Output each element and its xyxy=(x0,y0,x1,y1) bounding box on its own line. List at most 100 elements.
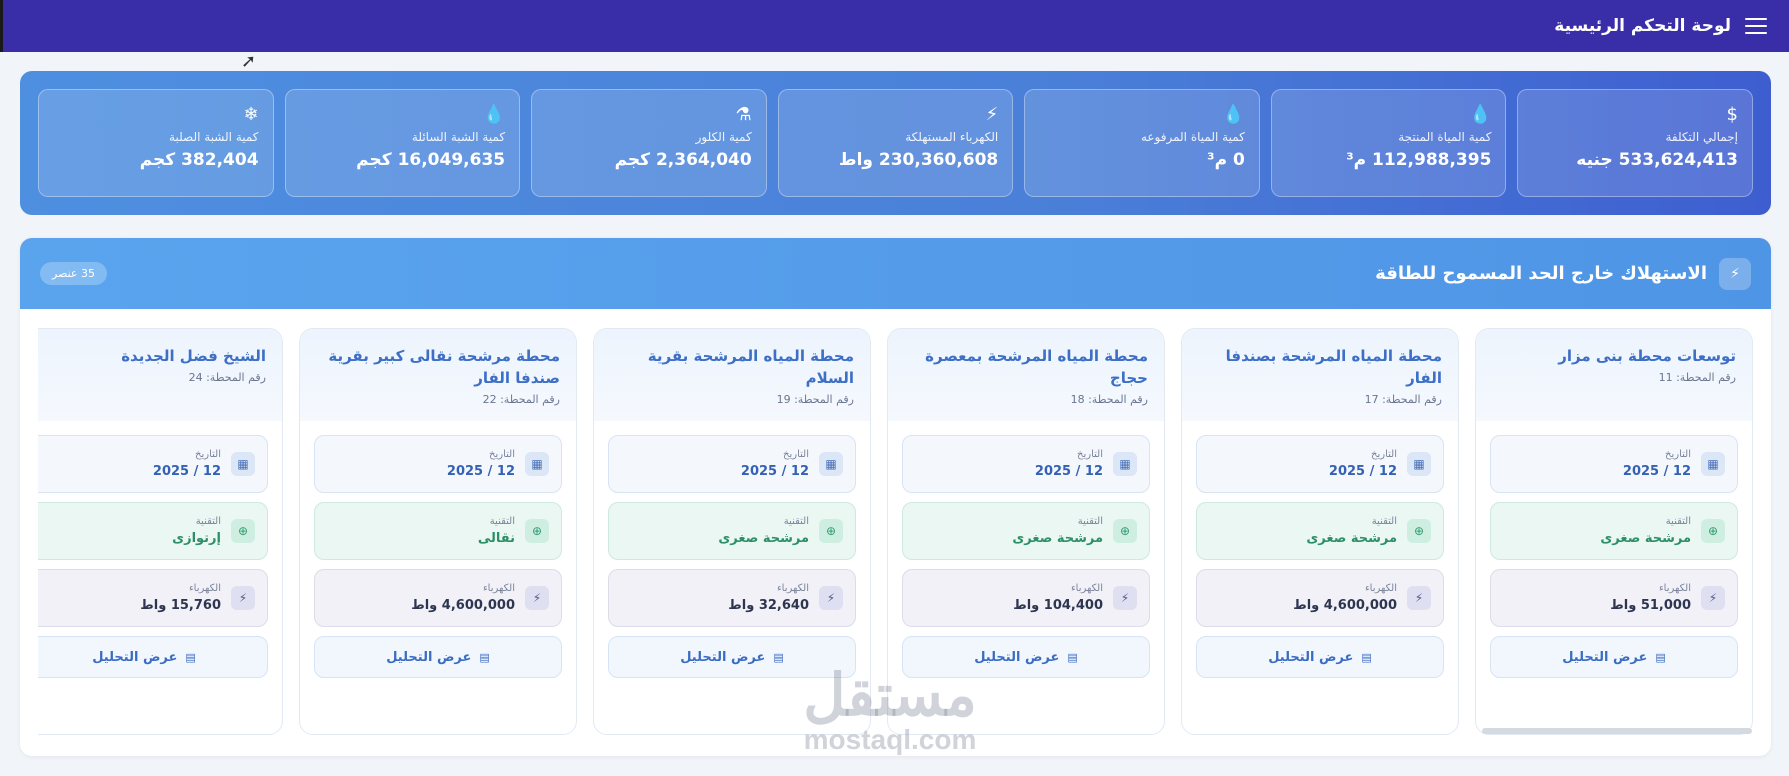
date-field: ▦ التاريخ 12 / 2025 xyxy=(902,435,1150,493)
field-label: التقنية xyxy=(489,516,515,527)
tech-value: نقالى xyxy=(477,531,515,546)
calendar-icon: ▦ xyxy=(1407,452,1431,476)
electricity-field: ⚡ الكهرباء 4,600,000 واط xyxy=(314,569,562,627)
tech-field: ⊕ التقنية مرشحة صغرى xyxy=(1196,502,1444,560)
electricity-field: ⚡ الكهرباء 4,600,000 واط xyxy=(1196,569,1444,627)
field-label: التقنية xyxy=(1371,516,1397,527)
tech-field: ⊕ التقنية مرشحة صغرى xyxy=(1490,502,1738,560)
top-bar: لوحة التحكم الرئيسية xyxy=(0,0,1789,52)
tech-field: ⊕ التقنية مرشحة صغرى xyxy=(902,502,1150,560)
tech-value: مرشحة صغرى xyxy=(1600,531,1691,546)
view-analysis-button[interactable]: ▤ عرض التحليل xyxy=(38,636,268,678)
section-title: الاستهلاك خارج الحد المسموح للطاقة xyxy=(1375,263,1707,284)
stat-card: ⚡ الكهرباء المستهلكة 230,360,608 واط xyxy=(777,89,1014,197)
field-label: الكهرباء xyxy=(776,583,809,594)
stat-value: 16,049,635 كجم xyxy=(356,150,506,170)
station-number: رقم المحطة: 24 xyxy=(188,371,266,384)
stat-card: ❄ كمية الشبة الصلبة 382,404 كجم xyxy=(37,89,274,197)
station-card: محطة المياه المرشحة بصندفا الفار رقم المح… xyxy=(1181,328,1459,735)
field-label: الكهرباء xyxy=(1658,583,1691,594)
station-card-header: محطة المياه المرشحة بمعصرة حجاج رقم المحط… xyxy=(888,329,1164,421)
stat-value: 2,364,040 كجم xyxy=(614,150,752,170)
flask-icon: ⚗ xyxy=(735,104,752,125)
electricity-value: 4,600,000 واط xyxy=(1293,598,1397,613)
stat-value: 533,624,413 جنيه xyxy=(1576,150,1738,170)
station-number: رقم المحطة: 11 xyxy=(1658,371,1736,384)
stat-value: 0 م³ xyxy=(1207,150,1245,170)
tech-icon: ⊕ xyxy=(1407,519,1431,543)
section-header: ⚡ الاستهلاك خارج الحد المسموح للطاقة 35 … xyxy=(20,238,1771,309)
field-label: التقنية xyxy=(1665,516,1691,527)
date-value: 12 / 2025 xyxy=(1034,464,1103,479)
view-analysis-label: عرض التحليل xyxy=(974,649,1060,665)
view-analysis-button[interactable]: ▤ عرض التحليل xyxy=(1196,636,1444,678)
chart-icon: ▤ xyxy=(185,650,196,664)
station-card-header: محطة المياه المرشحة بصندفا الفار رقم المح… xyxy=(1182,329,1458,421)
station-card: محطة مرشحة نقالى كبير بقرية صندفا الفار ر… xyxy=(299,328,577,735)
stat-label: كمية الشبة السائلة xyxy=(411,130,506,144)
station-card: توسعات محطة بنى مزار رقم المحطة: 11 ▦ التار… xyxy=(1475,328,1753,735)
field-label: التاريخ xyxy=(489,449,515,460)
field-label: التاريخ xyxy=(1665,449,1691,460)
date-field: ▦ التاريخ 12 / 2025 xyxy=(1196,435,1444,493)
tech-field: ⊕ التقنية إرتوازى xyxy=(38,502,268,560)
calendar-icon: ▦ xyxy=(231,452,255,476)
station-number: رقم المحطة: 17 xyxy=(1364,393,1442,406)
tech-field: ⊕ التقنية مرشحة صغرى xyxy=(608,502,856,560)
tech-icon: ⊕ xyxy=(231,519,255,543)
stat-card: $ إجمالي التكلفة 533,624,413 جنيه xyxy=(1517,89,1753,197)
station-name: محطة مرشحة نقالى كبير بقرية صندفا الفار xyxy=(328,347,560,387)
date-field: ▦ التاريخ 12 / 2025 xyxy=(38,435,268,493)
field-label: التقنية xyxy=(783,516,809,527)
stat-label: كمية المياة المرفوعه xyxy=(1140,130,1245,144)
chart-icon: ▤ xyxy=(1655,650,1666,664)
plug-icon: ⚡ xyxy=(1407,586,1431,610)
plug-icon: ⚡ xyxy=(985,104,999,125)
horizontal-scrollbar[interactable] xyxy=(1482,728,1752,734)
station-card-header: محطة مرشحة نقالى كبير بقرية صندفا الفار ر… xyxy=(300,329,576,421)
electricity-field: ⚡ الكهرباء 32,640 واط xyxy=(608,569,856,627)
stats-panel: $ إجمالي التكلفة 533,624,413 جنيه 💧 كمية الم… xyxy=(20,71,1771,215)
field-label: التاريخ xyxy=(195,449,221,460)
tech-value: مرشحة صغرى xyxy=(1012,531,1103,546)
station-card-header: محطة المياه المرشحة بقرية السلام رقم المح… xyxy=(594,329,870,421)
drop-icon: 💧 xyxy=(482,104,506,125)
dollar-icon: $ xyxy=(1726,104,1738,125)
tech-value: مرشحة صغرى xyxy=(718,531,809,546)
station-card: الشيخ فضل الجديدة رقم المحطة: 24 ▦ التاريخ 1… xyxy=(38,328,283,735)
view-analysis-label: عرض التحليل xyxy=(92,649,178,665)
stat-card: ⚗ كمية الكلور 2,364,040 كجم xyxy=(531,89,767,197)
view-analysis-button[interactable]: ▤ عرض التحليل xyxy=(314,636,562,678)
field-label: التاريخ xyxy=(783,449,809,460)
snowflake-icon: ❄ xyxy=(243,104,259,125)
view-analysis-button[interactable]: ▤ عرض التحليل xyxy=(1490,636,1738,678)
stat-card: 💧 كمية المياة المرفوعه 0 م³ xyxy=(1024,89,1260,197)
view-analysis-label: عرض التحليل xyxy=(1562,649,1648,665)
tech-icon: ⊕ xyxy=(525,519,549,543)
stat-label: كمية الشبة الصلبة xyxy=(169,130,259,144)
stat-label: إجمالي التكلفة xyxy=(1665,130,1738,144)
field-label: التقنية xyxy=(195,516,221,527)
tech-value: مرشحة صغرى xyxy=(1306,531,1397,546)
date-value: 12 / 2025 xyxy=(446,464,515,479)
station-card-header: توسعات محطة بنى مزار رقم المحطة: 11 xyxy=(1476,329,1752,421)
electricity-field: ⚡ الكهرباء 104,400 واط xyxy=(902,569,1150,627)
stat-value: 112,988,395 م³ xyxy=(1346,150,1492,170)
view-analysis-label: عرض التحليل xyxy=(1268,649,1354,665)
plug-icon: ⚡ xyxy=(1719,257,1751,290)
menu-icon[interactable] xyxy=(1745,18,1767,34)
calendar-icon: ▦ xyxy=(525,452,549,476)
plug-icon: ⚡ xyxy=(525,586,549,610)
electricity-field: ⚡ الكهرباء 51,000 واط xyxy=(1490,569,1738,627)
field-label: التقنية xyxy=(1077,516,1103,527)
date-value: 12 / 2025 xyxy=(740,464,809,479)
stat-label: كمية المياة المنتجة xyxy=(1398,130,1492,144)
drop-icon: 💧 xyxy=(1222,104,1245,125)
station-number: رقم المحطة: 18 xyxy=(1070,393,1148,406)
chart-icon: ▤ xyxy=(1067,650,1078,664)
date-value: 12 / 2025 xyxy=(152,464,221,479)
field-label: الكهرباء xyxy=(482,583,515,594)
station-name: توسعات محطة بنى مزار xyxy=(1558,347,1736,365)
calendar-icon: ▦ xyxy=(819,452,843,476)
station-name: محطة المياه المرشحة بقرية السلام xyxy=(647,347,854,387)
